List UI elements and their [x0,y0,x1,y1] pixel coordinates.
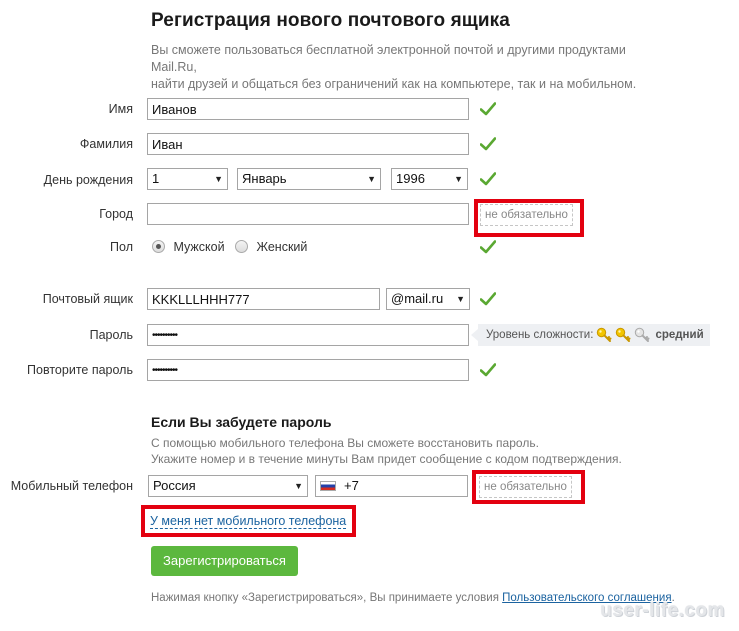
phone-country-value: Россия [153,478,196,493]
dropdown-arrow-icon: ▼ [214,174,223,184]
phone-country-select[interactable]: Россия ▼ [148,475,308,497]
mailbox-domain-value: @mail.ru [391,291,444,306]
birthday-year-select[interactable]: 1996 ▼ [391,168,468,190]
first-name-valid-check-icon [480,102,496,116]
page-subtitle: Вы сможете пользоваться бесплатной элект… [151,42,671,93]
no-phone-link[interactable]: У меня нет мобильного телефона [150,514,347,529]
gender-female-radio[interactable] [235,240,249,254]
mailbox-valid-check-icon [480,292,496,306]
terms-prefix: Нажимая кнопку «Зарегистрироваться», Вы … [151,592,503,604]
city-label: Город [99,207,133,221]
phone-optional-hint: не обязательно [479,476,572,498]
page-title: Регистрация нового почтового ящика [151,10,510,31]
subtitle-line-1: Вы сможете пользоваться бесплатной элект… [151,43,626,74]
gender-radio-group: Мужской Женский [152,238,307,256]
gender-male-radio[interactable] [152,240,165,254]
birthday-valid-check-icon [480,172,496,186]
last-name-label: Фамилия [79,137,133,151]
password-strength-tooltip: Уровень сложности: средний [471,324,710,346]
strength-level: средний [655,329,704,341]
subtitle-line-2: найти друзей и общаться без ограничений … [151,77,637,91]
watermark: user-life.com [600,600,725,621]
birthday-label: День рождения [43,173,133,187]
gender-female-label[interactable]: Женский [256,240,307,254]
dropdown-arrow-icon: ▼ [454,174,463,184]
gender-label: Пол [110,240,133,254]
recovery-section-title: Если Вы забудете пароль [151,414,332,430]
mailbox-input[interactable] [147,288,380,310]
mobile-phone-label: Мобильный телефон [10,479,133,493]
key-filled-icon [615,327,631,343]
phone-number-input[interactable]: +7 [315,475,468,497]
recovery-desc-line-2: Укажите номер и в течение минуты Вам при… [151,452,622,466]
password-label: Пароль [89,328,133,342]
phone-code: +7 [344,478,359,493]
first-name-input[interactable] [147,98,469,120]
password-repeat-label: Повторите пароль [27,363,133,377]
gender-male-label[interactable]: Мужской [173,240,224,254]
mailbox-domain-select[interactable]: @mail.ru ▼ [386,288,470,310]
first-name-label: Имя [108,102,133,116]
dropdown-arrow-icon: ▼ [456,294,465,304]
birthday-year-value: 1996 [396,171,425,186]
birthday-month-value: Январь [242,171,287,186]
city-optional-hint: не обязательно [480,204,573,226]
dropdown-arrow-icon: ▼ [294,481,303,491]
register-button[interactable]: Зарегистрироваться [151,546,298,576]
recovery-desc-line-1: С помощью мобильного телефона Вы сможете… [151,436,539,450]
city-input[interactable] [147,203,469,225]
recovery-description: С помощью мобильного телефона Вы сможете… [151,435,622,467]
birthday-day-value: 1 [152,171,160,186]
no-phone-link-wrap: У меня нет мобильного телефона [150,512,347,530]
strength-label: Уровень сложности: [486,329,594,341]
russia-flag-icon [320,481,336,491]
birthday-month-select[interactable]: Январь ▼ [237,168,381,190]
birthday-day-select[interactable]: 1 ▼ [147,168,228,190]
last-name-valid-check-icon [480,137,496,151]
key-filled-icon [596,327,612,343]
terms-text: Нажимая кнопку «Зарегистрироваться», Вы … [151,592,675,604]
mailbox-label: Почтовый ящик [42,292,133,306]
gender-valid-check-icon [480,240,496,254]
password-input[interactable] [147,324,469,346]
password-repeat-valid-check-icon [480,363,496,377]
last-name-input[interactable] [147,133,469,155]
password-repeat-input[interactable] [147,359,469,381]
key-empty-icon [634,327,650,343]
dropdown-arrow-icon: ▼ [367,174,376,184]
